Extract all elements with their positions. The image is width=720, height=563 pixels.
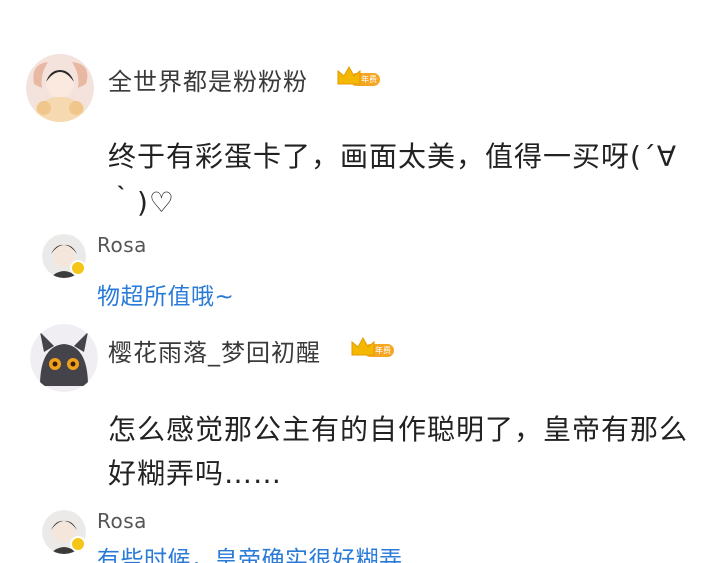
annual-vip-badge: 年费	[336, 64, 382, 90]
badge-label: 年费	[375, 346, 391, 355]
reply-text: 有些时候，皇帝确实很好糊弄	[97, 547, 403, 563]
badge-label: 年费	[361, 75, 377, 84]
reply-username[interactable]: Rosa	[97, 509, 147, 533]
avatar-image	[30, 324, 98, 392]
comment-username[interactable]: 全世界都是粉粉粉	[108, 62, 308, 97]
user-avatar[interactable]	[30, 324, 98, 392]
user-avatar[interactable]	[26, 54, 94, 122]
comment-username[interactable]: 樱花雨落_梦回初醒	[108, 333, 321, 368]
comment-text: 终于有彩蛋卡了，画面太美，值得一买呀(´∀｀)♡	[108, 140, 678, 219]
verified-badge-icon	[70, 260, 86, 276]
comment-text: 怎么感觉那公主有的自作聪明了，皇帝有那么好糊弄吗……	[108, 413, 689, 490]
annual-vip-badge: 年费	[350, 335, 396, 361]
reply-username[interactable]: Rosa	[97, 233, 147, 257]
verified-badge-icon	[70, 536, 86, 552]
avatar-image	[26, 54, 94, 122]
reply-text: 物超所值哦~	[97, 284, 235, 310]
